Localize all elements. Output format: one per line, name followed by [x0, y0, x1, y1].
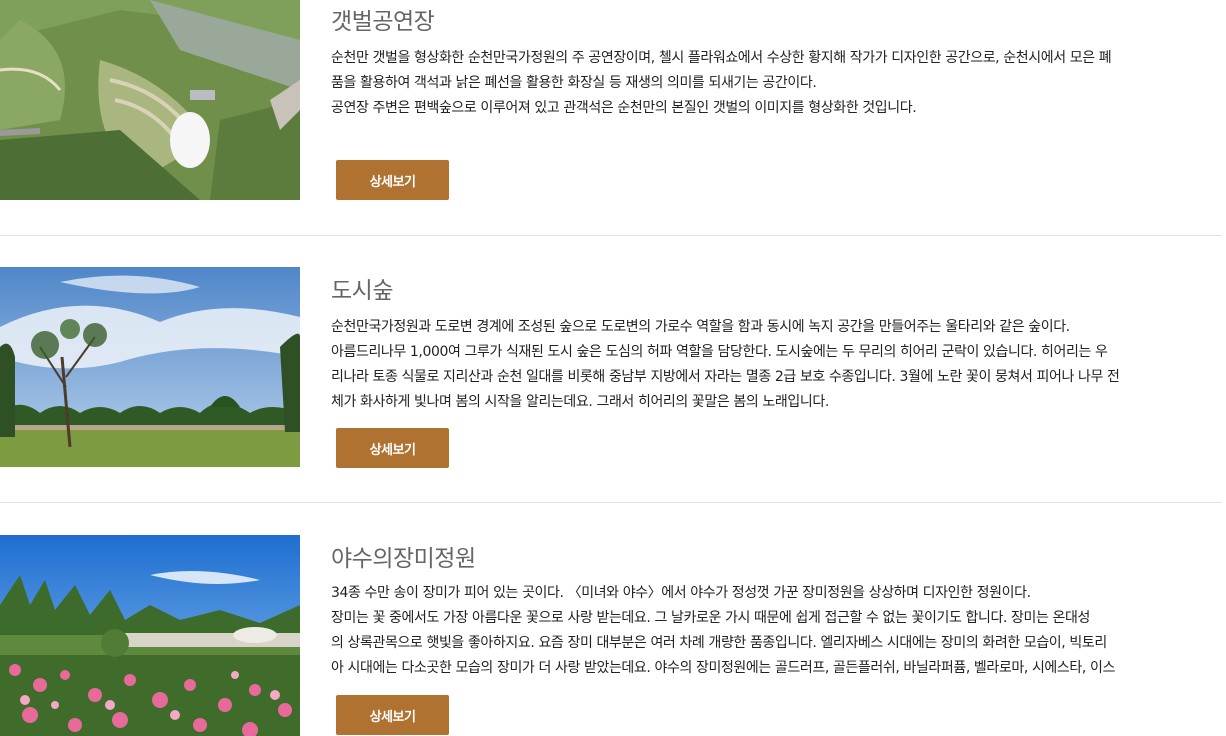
- description-line: 리나라 토종 식물로 지리산과 순천 일대를 비롯해 중남부 지방에서 자라는 …: [331, 369, 1120, 385]
- description-line: 아름드리나무 1,000여 그루가 식재된 도시 숲은 도심의 허파 역할을 담…: [331, 344, 1108, 360]
- divider: [0, 502, 1222, 503]
- list-item-urban-forest: 도시숲 순천만국가정원과 도로변 경계에 조성된 숲으로 도로변의 가로수 역할…: [0, 267, 1226, 468]
- rose-garden-photo[interactable]: [0, 535, 300, 736]
- mudflat-stage-photo[interactable]: [0, 0, 300, 200]
- description-line: 순천만국가정원과 도로변 경계에 조성된 숲으로 도로변의 가로수 역할을 함과…: [331, 319, 1070, 335]
- detail-button[interactable]: 상세보기: [336, 160, 449, 200]
- list-item-beast-rose-garden: 야수의장미정원 34종 수만 송이 장미가 피어 있는 곳이다. 〈미녀와 야수…: [0, 535, 1226, 736]
- detail-button[interactable]: 상세보기: [336, 428, 449, 468]
- item-title: 도시숲: [331, 278, 393, 304]
- description-line: 의 상록관목으로 햇빛을 좋아하지요. 요즘 장미 대부분은 여러 차례 개량한…: [331, 635, 1107, 651]
- item-description: 순천만국가정원과 도로변 경계에 조성된 숲으로 도로변의 가로수 역할을 함과…: [331, 315, 1226, 415]
- description-line: 체가 화사하게 빛나며 봄의 시작을 알리는데요. 그래서 히어리의 꽃말은 봄…: [331, 394, 829, 410]
- description-line: 공연장 주변은 편백숲으로 이루어져 있고 관객석은 순천만의 본질인 갯벌의 …: [331, 100, 917, 116]
- item-title: 야수의장미정원: [331, 546, 476, 572]
- description-line: 장미는 꽃 중에서도 가장 아름다운 꽃으로 사랑 받는데요. 그 날카로운 가…: [331, 610, 1090, 626]
- urban-forest-photo[interactable]: [0, 267, 300, 467]
- description-line: 34종 수만 송이 장미가 피어 있는 곳이다. 〈미녀와 야수〉에서 야수가 …: [331, 585, 1031, 601]
- item-title: 갯벌공연장: [331, 9, 435, 35]
- list-item-mudflat-stage: 갯벌공연장 순천만 갯벌을 형상화한 순천만국가정원의 주 공연장이며, 첼시 …: [0, 0, 1226, 200]
- description-line: 순천만 갯벌을 형상화한 순천만국가정원의 주 공연장이며, 첼시 플라워쇼에서…: [331, 50, 1112, 66]
- description-line: 품을 활용하여 객석과 낡은 폐선을 활용한 화장실 등 재생의 의미를 되새기…: [331, 75, 817, 91]
- detail-button[interactable]: 상세보기: [336, 695, 449, 735]
- item-description: 34종 수만 송이 장미가 피어 있는 곳이다. 〈미녀와 야수〉에서 야수가 …: [331, 581, 1226, 681]
- divider: [0, 235, 1222, 236]
- description-line: 아 시대에는 다소곳한 모습의 장미가 더 사랑 받았는데요. 야수의 장미정원…: [331, 660, 1115, 676]
- item-description: 순천만 갯벌을 형상화한 순천만국가정원의 주 공연장이며, 첼시 플라워쇼에서…: [331, 46, 1226, 121]
